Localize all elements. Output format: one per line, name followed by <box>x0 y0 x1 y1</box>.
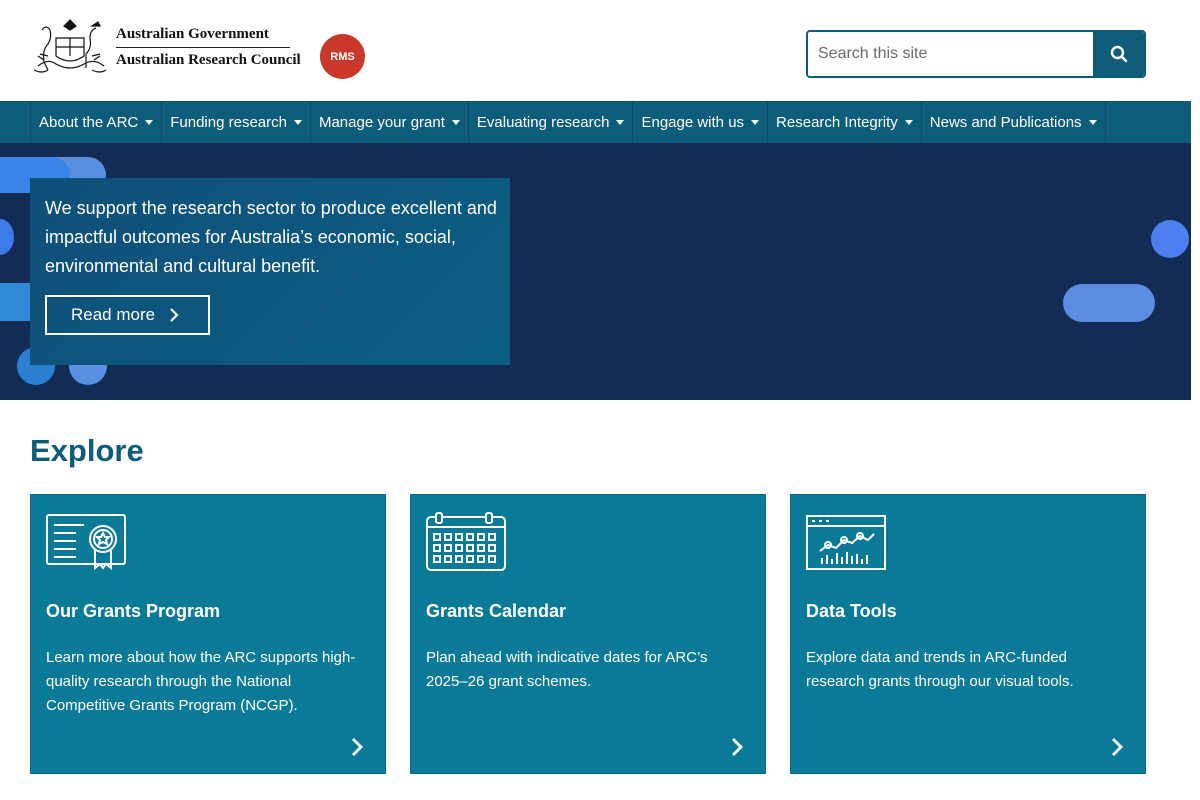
chevron-right-icon <box>170 308 179 322</box>
card-title: Grants Calendar <box>426 601 567 621</box>
caret-down-icon <box>904 119 913 125</box>
nav-item-integrity[interactable]: Research Integrity <box>768 101 922 143</box>
nav-label: About the ARC <box>39 113 139 131</box>
section-title: Explore <box>30 433 144 468</box>
caret-down-icon <box>616 119 625 125</box>
card-description: Explore data and trends in ARC-funded re… <box>806 649 1074 690</box>
nav-item-news[interactable]: News and Publications <box>922 101 1106 143</box>
card-data-tools[interactable]: Data Tools Explore data and trends in AR… <box>790 494 1146 774</box>
site-header: Australian Government Australian Researc… <box>0 0 1200 100</box>
agency-name: Australian Research Council <box>116 52 301 68</box>
decorative-shape <box>0 283 32 321</box>
decorative-shape <box>1151 220 1189 258</box>
rms-link-button[interactable]: RMS <box>320 34 365 79</box>
nav-item-about[interactable]: About the ARC <box>31 101 163 143</box>
chevron-right-icon <box>352 738 363 756</box>
card-title: Our Grants Program <box>46 601 221 621</box>
caret-down-icon <box>751 119 760 125</box>
decorative-shape <box>0 219 14 255</box>
data-chart-icon <box>806 515 886 570</box>
search-icon <box>1110 45 1127 63</box>
nav-item-manage-grant[interactable]: Manage your grant <box>311 101 469 143</box>
nav-item-funding[interactable]: Funding research <box>162 101 311 143</box>
card-grants-calendar[interactable]: Grants Calendar Plan ahead with indicati… <box>410 494 766 774</box>
nav-label: Evaluating research <box>476 113 610 131</box>
card-grants-program[interactable]: Our Grants Program Learn more about how … <box>30 494 386 774</box>
calendar-icon <box>426 512 506 571</box>
site-logo[interactable]: Australian Government Australian Researc… <box>30 16 301 78</box>
coat-of-arms-icon <box>33 19 107 73</box>
search-button[interactable] <box>1093 32 1144 76</box>
nav-label: Funding research <box>170 113 287 131</box>
site-search <box>806 30 1146 78</box>
card-description: Learn more about how the ARC supports hi… <box>46 649 356 714</box>
search-input[interactable] <box>808 32 1093 76</box>
decorative-shape <box>1063 284 1155 322</box>
caret-down-icon <box>293 119 302 125</box>
caret-down-icon <box>1088 119 1097 125</box>
card-title: Data Tools <box>806 601 897 621</box>
hero-text: We support the research sector to produc… <box>45 198 497 276</box>
nav-item-evaluating[interactable]: Evaluating research <box>469 101 634 143</box>
read-more-button[interactable]: Read more <box>45 295 210 335</box>
explore-cards: Our Grants Program Learn more about how … <box>30 494 1146 774</box>
nav-label: Manage your grant <box>318 113 445 131</box>
read-more-label: Read more <box>71 305 156 324</box>
card-description: Plan ahead with indicative dates for ARC… <box>426 649 708 690</box>
caret-down-icon <box>451 119 460 125</box>
nav-label: Research Integrity <box>776 113 898 131</box>
chevron-right-icon <box>732 738 743 756</box>
nav-label: News and Publications <box>929 113 1082 131</box>
nav-label: Engage with us <box>641 113 745 131</box>
hero-panel: We support the research sector to produc… <box>30 178 510 365</box>
certificate-icon <box>46 514 126 570</box>
chevron-right-icon <box>1112 738 1123 756</box>
caret-down-icon <box>145 119 154 125</box>
nav-item-engage[interactable]: Engage with us <box>633 101 769 143</box>
hero-banner: We support the research sector to produc… <box>0 143 1191 400</box>
main-nav: About the ARC Funding research Manage yo… <box>0 101 1191 143</box>
gov-name: Australian Government <box>116 24 290 48</box>
